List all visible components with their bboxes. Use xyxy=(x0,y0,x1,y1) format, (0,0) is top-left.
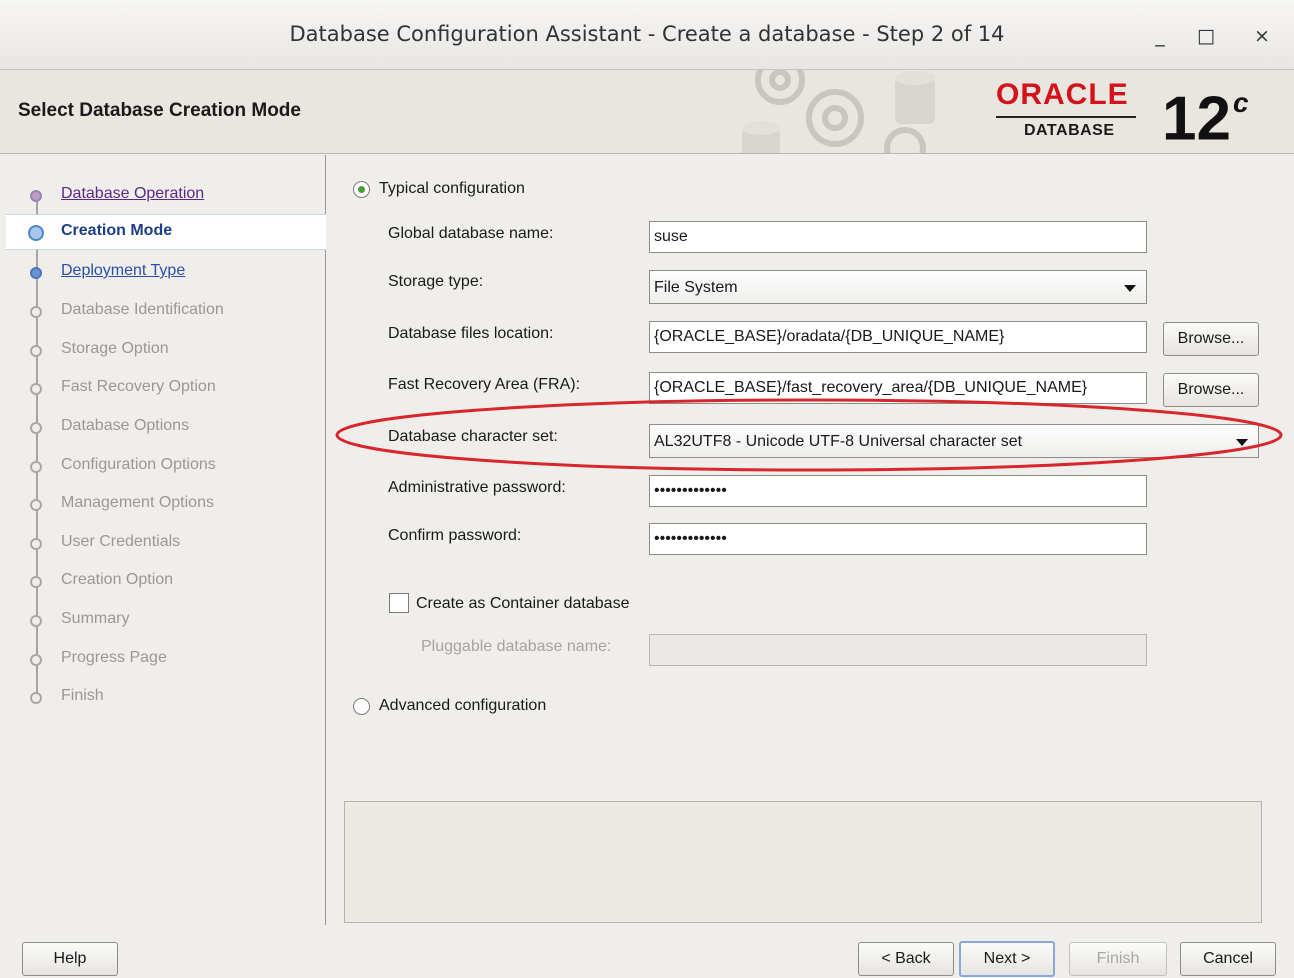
window-title: Database Configuration Assistant - Creat… xyxy=(289,22,1005,46)
storage-type-label: Storage type: xyxy=(388,273,484,290)
version-suffix: c xyxy=(1232,87,1249,118)
step-management-options: Management Options xyxy=(6,487,326,523)
step-label: Creation Option xyxy=(61,571,174,588)
gears-decoration-icon xyxy=(742,70,935,153)
advanced-config-label[interactable]: Advanced configuration xyxy=(379,697,546,715)
wizard-header: Select Database Creation Mode ORACLE DAT… xyxy=(0,70,1294,154)
step-fast-recovery-option: Fast Recovery Option xyxy=(6,371,326,407)
step-database-options: Database Options xyxy=(6,410,326,446)
admin-password-input[interactable]: ••••••••••••• xyxy=(649,475,1147,507)
step-progress-page: Progress Page xyxy=(6,642,326,678)
step-label: Database Options xyxy=(61,417,190,434)
global-db-name-label: Global database name: xyxy=(388,225,554,242)
step-dot-icon xyxy=(30,306,42,318)
back-button[interactable]: < Back xyxy=(858,942,954,976)
dropdown-arrow-icon xyxy=(1124,285,1136,292)
advanced-config-radio[interactable] xyxy=(353,698,370,715)
step-creation-mode[interactable]: Creation Mode xyxy=(6,214,326,250)
browse-db-files-button[interactable]: Browse... xyxy=(1163,322,1259,356)
step-label: Creation Mode xyxy=(61,222,173,239)
window-titlebar: Database Configuration Assistant - Creat… xyxy=(0,0,1294,70)
step-creation-option: Creation Option xyxy=(6,564,326,600)
logo-rule xyxy=(996,116,1136,118)
main-content: Typical configuration Global database na… xyxy=(327,155,1294,925)
step-storage-option: Storage Option xyxy=(6,333,326,369)
charset-value: AL32UTF8 - Unicode UTF-8 Universal chara… xyxy=(654,433,1023,450)
message-area xyxy=(344,801,1262,923)
typical-config-label[interactable]: Typical configuration xyxy=(379,180,525,198)
wizard-footer: Help < Back Next > Finish Cancel xyxy=(0,925,1294,978)
browse-fra-button[interactable]: Browse... xyxy=(1163,373,1259,407)
step-label: Fast Recovery Option xyxy=(61,378,216,395)
step-label: Progress Page xyxy=(61,649,167,666)
admin-password-label: Administrative password: xyxy=(388,479,566,496)
next-button[interactable]: Next > xyxy=(959,941,1055,977)
db-files-location-label: Database files location: xyxy=(388,325,554,342)
step-finish: Finish xyxy=(6,680,326,716)
version-logo: 12c xyxy=(1162,74,1249,154)
db-files-location-input[interactable]: {ORACLE_BASE}/oradata/{DB_UNIQUE_NAME} xyxy=(649,321,1147,353)
step-dot-icon xyxy=(30,345,42,357)
step-user-credentials: User Credentials xyxy=(6,526,326,562)
step-dot-icon xyxy=(30,383,42,395)
oracle-brand-sub: DATABASE xyxy=(1024,122,1115,139)
close-button[interactable]: × xyxy=(1250,24,1274,48)
step-label: Storage Option xyxy=(61,340,169,357)
oracle-logo: ORACLE DATABASE xyxy=(996,78,1146,139)
maximize-button[interactable]: □ xyxy=(1194,24,1218,48)
typical-config-radio[interactable] xyxy=(353,181,370,198)
step-dot-icon xyxy=(30,499,42,511)
step-dot-icon xyxy=(30,538,42,550)
minimize-button[interactable]: _ xyxy=(1148,24,1172,48)
step-dot-icon xyxy=(30,576,42,588)
storage-type-value: File System xyxy=(654,279,738,296)
step-label: Summary xyxy=(61,610,130,627)
container-db-checkbox[interactable] xyxy=(389,593,409,613)
step-dot-icon xyxy=(30,422,42,434)
help-button[interactable]: Help xyxy=(22,942,118,976)
oracle-brand: ORACLE xyxy=(996,78,1129,111)
step-label: Management Options xyxy=(61,494,214,511)
charset-label: Database character set: xyxy=(388,428,558,445)
confirm-password-label: Confirm password: xyxy=(388,527,522,544)
step-configuration-options: Configuration Options xyxy=(6,449,326,485)
global-db-name-input[interactable]: suse xyxy=(649,221,1147,253)
step-dot-icon xyxy=(30,190,42,202)
step-database-operation[interactable]: Database Operation xyxy=(6,178,326,214)
step-label: Finish xyxy=(61,687,104,704)
pluggable-db-input xyxy=(649,634,1147,666)
fra-input[interactable]: {ORACLE_BASE}/fast_recovery_area/{DB_UNI… xyxy=(649,372,1147,404)
pluggable-db-label: Pluggable database name: xyxy=(421,638,612,655)
step-database-identification: Database Identification xyxy=(6,294,326,330)
step-dot-icon xyxy=(30,267,42,279)
page-title: Select Database Creation Mode xyxy=(18,100,301,121)
step-dot-icon xyxy=(28,225,44,241)
dropdown-arrow-icon xyxy=(1236,439,1248,446)
fra-label: Fast Recovery Area (FRA): xyxy=(388,376,581,393)
step-dot-icon xyxy=(30,692,42,704)
step-deployment-type[interactable]: Deployment Type xyxy=(6,255,326,291)
charset-select[interactable]: AL32UTF8 - Unicode UTF-8 Universal chara… xyxy=(649,424,1259,458)
step-label: Configuration Options xyxy=(61,456,216,473)
version-number: 12 xyxy=(1162,84,1231,154)
step-summary: Summary xyxy=(6,603,326,639)
cancel-button[interactable]: Cancel xyxy=(1180,942,1276,976)
steps-sidebar: Database Operation Creation Mode Deploym… xyxy=(6,155,326,925)
step-label: Database Operation xyxy=(61,185,205,202)
storage-type-select[interactable]: File System xyxy=(649,270,1147,304)
step-dot-icon xyxy=(30,615,42,627)
confirm-password-input[interactable]: ••••••••••••• xyxy=(649,523,1147,555)
step-label: User Credentials xyxy=(61,533,181,550)
step-label: Deployment Type xyxy=(61,262,186,279)
finish-button: Finish xyxy=(1069,942,1167,976)
step-dot-icon xyxy=(30,654,42,666)
step-dot-icon xyxy=(30,461,42,473)
container-db-label[interactable]: Create as Container database xyxy=(416,595,629,613)
step-label: Database Identification xyxy=(61,301,224,318)
